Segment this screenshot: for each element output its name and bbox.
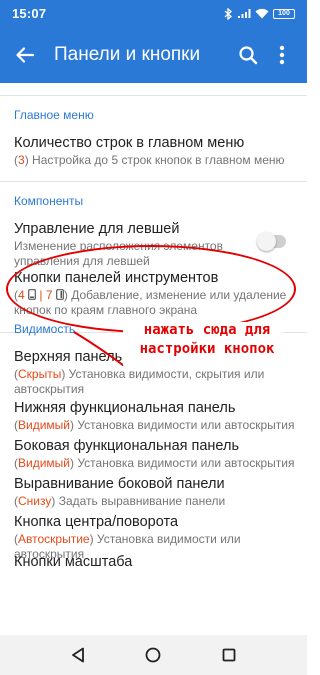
setting-description: Добавление, изменение или удаление кнопо… bbox=[14, 288, 287, 317]
setting-side-panel[interactable]: Боковая функциональная панель (Видимый) … bbox=[14, 437, 301, 471]
setting-value: Видимый bbox=[18, 418, 70, 432]
setting-value: Скрыты bbox=[18, 367, 62, 381]
setting-title: Кнопка центра/поворота bbox=[14, 514, 179, 530]
setting-value: Снизу bbox=[18, 494, 52, 508]
setting-description: Установка видимости или автоскрытия bbox=[74, 418, 295, 432]
setting-title: Кнопки панелей инструментов bbox=[14, 270, 219, 286]
bluetooth-icon bbox=[224, 7, 232, 20]
setting-value: Видимый bbox=[18, 456, 70, 470]
battery-level: 100 bbox=[273, 8, 295, 19]
circle-home-icon bbox=[146, 647, 161, 663]
settings-list[interactable]: Главное меню Количество строк в главном … bbox=[0, 83, 307, 635]
setting-value-right: 7 bbox=[45, 288, 53, 302]
setting-title: Нижняя функциональная панель bbox=[14, 400, 236, 416]
setting-left-handed[interactable]: Управление для левшей Изменение располож… bbox=[14, 220, 250, 269]
setting-zoom-buttons[interactable]: Кнопки масштаба bbox=[14, 553, 301, 571]
phone-left-icon bbox=[28, 289, 36, 300]
back-button[interactable] bbox=[10, 40, 40, 70]
annotation-line-2: настройки кнопок bbox=[139, 341, 275, 357]
setting-summary: (3) Настройка до 5 строк кнопок в главно… bbox=[14, 153, 285, 167]
status-icons: 100 bbox=[224, 7, 295, 20]
setting-title: Управление для левшей bbox=[14, 221, 180, 237]
status-bar: 15:07 100 bbox=[0, 0, 307, 27]
toggle-knob bbox=[257, 232, 276, 251]
nav-home-button[interactable] bbox=[135, 637, 171, 673]
setting-value-left: 4 bbox=[18, 288, 25, 302]
section-header-visibility: Видимость bbox=[14, 322, 76, 336]
wifi-icon bbox=[255, 8, 269, 19]
annotation-line-1: нажать сюда для bbox=[143, 322, 271, 338]
navigation-bar bbox=[0, 635, 307, 675]
more-vert-icon bbox=[279, 45, 285, 65]
setting-rows-count[interactable]: Количество строк в главном меню (3) Наст… bbox=[14, 134, 301, 168]
setting-description: Задать выравнивание панели bbox=[55, 494, 226, 508]
phone-right-icon bbox=[55, 289, 64, 300]
setting-value: Автоскрытие bbox=[18, 532, 90, 546]
triangle-back-icon bbox=[71, 647, 84, 663]
more-options-button[interactable] bbox=[265, 38, 299, 72]
setting-side-align[interactable]: Выравнивание боковой панели (Снизу) Зада… bbox=[14, 475, 301, 509]
setting-description: Изменение расположения элементов управле… bbox=[14, 239, 223, 268]
divider bbox=[0, 181, 307, 182]
search-icon bbox=[239, 46, 258, 65]
search-button[interactable] bbox=[231, 38, 265, 72]
section-header-main-menu: Главное меню bbox=[14, 108, 94, 122]
battery-icon: 100 bbox=[273, 8, 295, 19]
setting-summary: (Видимый) Установка видимости или автоск… bbox=[14, 418, 295, 432]
setting-summary: (Видимый) Установка видимости или автоск… bbox=[14, 456, 295, 470]
setting-title: Количество строк в главном меню bbox=[14, 135, 245, 151]
status-time: 15:07 bbox=[12, 6, 47, 21]
arrow-back-icon bbox=[16, 47, 35, 63]
setting-toolbar-buttons[interactable]: Кнопки панелей инструментов (4 | 7 ) Доб… bbox=[14, 269, 301, 318]
nav-back-button[interactable] bbox=[60, 637, 96, 673]
page-title: Панели и кнопки bbox=[54, 44, 201, 65]
section-header-components: Компоненты bbox=[14, 194, 84, 208]
signal-icon bbox=[238, 9, 251, 18]
setting-bottom-panel[interactable]: Нижняя функциональная панель (Видимый) У… bbox=[14, 399, 301, 433]
setting-description: Настройка до 5 строк кнопок в главном ме… bbox=[28, 153, 285, 167]
setting-title: Кнопки масштаба bbox=[14, 554, 133, 570]
setting-summary: (Снизу) Задать выравнивание панели bbox=[14, 494, 226, 508]
left-handed-toggle[interactable] bbox=[257, 232, 286, 251]
setting-title: Боковая функциональная панель bbox=[14, 438, 240, 454]
setting-description: Установка видимости или автоскрытия bbox=[74, 456, 295, 470]
nav-recents-button[interactable] bbox=[211, 637, 247, 673]
annotation-text: нажать сюда для настройки кнопок bbox=[132, 321, 282, 359]
setting-title: Выравнивание боковой панели bbox=[14, 476, 225, 492]
setting-summary: (Скрыты) Установка видимости, скрытия ил… bbox=[14, 367, 265, 396]
setting-value: 3 bbox=[18, 153, 25, 167]
setting-summary: (4 | 7 ) Добавление, изменение или удале… bbox=[14, 288, 287, 317]
square-recents-icon bbox=[222, 648, 236, 662]
divider bbox=[0, 95, 307, 96]
app-bar: Панели и кнопки bbox=[0, 27, 307, 83]
